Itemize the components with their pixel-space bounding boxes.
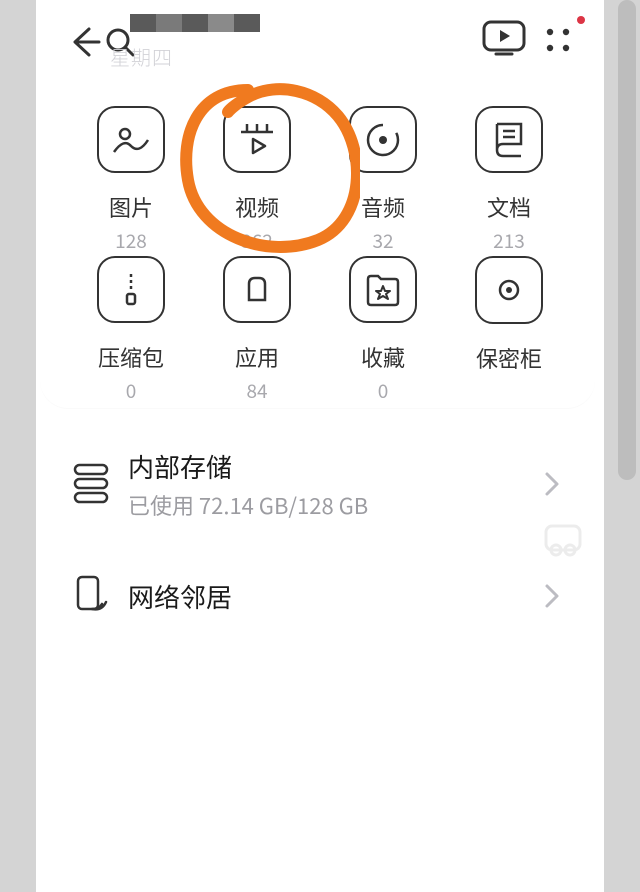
category-label: 图片 — [109, 191, 153, 223]
video-icon — [223, 106, 291, 173]
storage-title: 内部存储 — [128, 448, 537, 485]
category-videos[interactable]: 视频 362 — [194, 104, 320, 254]
internal-storage-row[interactable]: 内部存储 已使用 72.14 GB/128 GB — [72, 444, 567, 524]
category-count: 32 — [372, 227, 393, 254]
chevron-right-icon — [537, 470, 567, 498]
audio-icon — [349, 106, 417, 173]
network-neighborhood-row[interactable]: 网络邻居 — [72, 556, 567, 636]
apps-icon — [223, 256, 291, 323]
category-images[interactable]: 图片 128 — [68, 104, 194, 254]
category-label: 应用 — [235, 341, 279, 373]
category-count: 84 — [246, 377, 267, 404]
category-archives[interactable]: 压缩包 0 — [68, 254, 194, 404]
category-label: 收藏 — [361, 341, 405, 373]
category-fav[interactable]: 收藏 0 — [320, 254, 446, 404]
archive-icon — [97, 256, 165, 323]
category-docs[interactable]: 文档 213 — [446, 104, 572, 254]
category-count: 213 — [493, 227, 525, 254]
category-audio[interactable]: 音频 32 — [320, 104, 446, 254]
faint-day-text: 星期四 — [110, 42, 173, 71]
notification-dot — [577, 16, 585, 24]
category-count: 0 — [126, 377, 137, 404]
floating-widget-icon[interactable] — [542, 520, 584, 562]
category-grid: 图片 128 视频 362 音频 32 文档 213 — [68, 104, 573, 404]
category-count: 362 — [241, 227, 273, 254]
category-label: 保密柜 — [476, 342, 542, 374]
storage-icon — [72, 462, 122, 506]
network-icon — [72, 574, 122, 618]
image-icon — [97, 106, 165, 173]
category-label: 视频 — [235, 191, 279, 223]
category-count: 0 — [378, 377, 389, 404]
scrollbar[interactable] — [618, 0, 636, 480]
cast-icon[interactable] — [480, 18, 528, 66]
category-count: 128 — [115, 227, 147, 254]
safe-icon — [475, 256, 543, 324]
star-folder-icon — [349, 256, 417, 323]
document-icon — [475, 106, 543, 173]
category-apps[interactable]: 应用 84 — [194, 254, 320, 404]
category-label: 文档 — [487, 191, 531, 223]
blank-area — [40, 646, 595, 892]
category-label: 压缩包 — [98, 341, 164, 373]
category-safe[interactable]: 保密柜 — [446, 254, 572, 404]
more-menu-icon[interactable] — [540, 22, 580, 62]
category-label: 音频 — [361, 191, 405, 223]
chevron-right-icon — [537, 582, 567, 610]
network-title: 网络邻居 — [128, 578, 537, 615]
storage-subtitle: 已使用 72.14 GB/128 GB — [128, 489, 537, 521]
